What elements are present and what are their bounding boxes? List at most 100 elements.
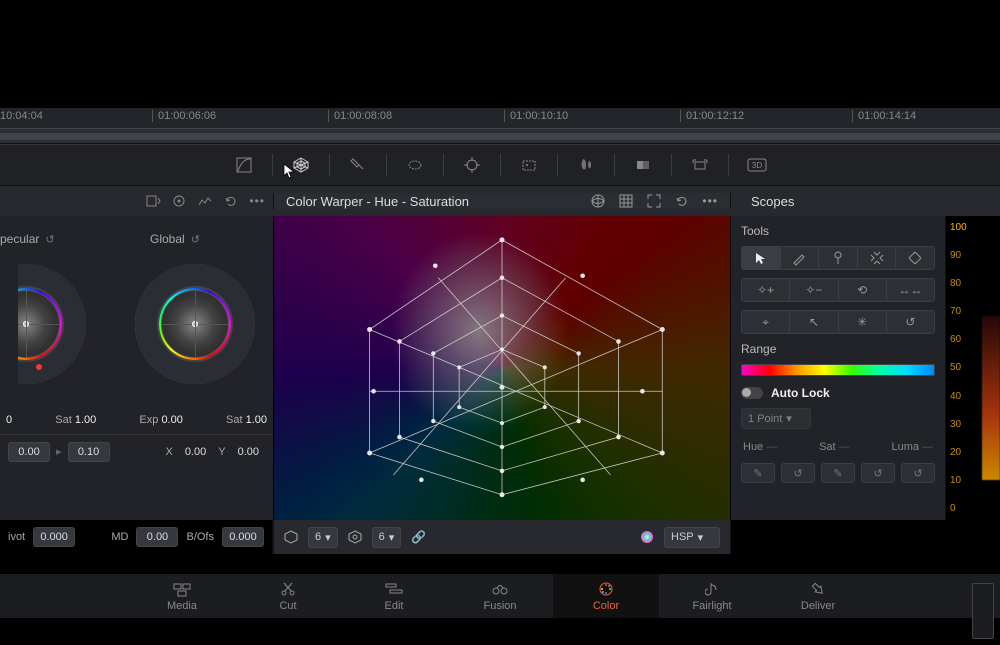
mini-thumbnail[interactable] bbox=[972, 583, 994, 639]
tab-label: Fusion bbox=[483, 600, 516, 612]
spec-p1-value[interactable]: 0 bbox=[6, 414, 12, 426]
select-tool[interactable] bbox=[742, 247, 781, 269]
specular-label: pecular bbox=[0, 232, 39, 246]
global-wheel[interactable] bbox=[135, 264, 255, 384]
warper-mode-select[interactable]: HSP▾ bbox=[664, 527, 720, 548]
x-value[interactable]: 0.00 bbox=[179, 443, 212, 461]
scope-tick: 60 bbox=[950, 334, 967, 345]
more-icon[interactable]: ••• bbox=[249, 194, 265, 208]
color-icon bbox=[598, 580, 614, 598]
tool-mode-row bbox=[741, 246, 935, 270]
tab-deliver[interactable]: Deliver bbox=[765, 574, 871, 618]
tab-label: Deliver bbox=[801, 600, 835, 612]
range-label: Range bbox=[741, 342, 935, 356]
ivot-value[interactable]: 0.000 bbox=[33, 527, 75, 547]
color-warper-panel[interactable] bbox=[273, 216, 731, 520]
point-count-select[interactable]: 1 Point▾ bbox=[741, 408, 811, 429]
fusion-icon bbox=[491, 580, 509, 598]
reset-circle-icon[interactable]: ↺ bbox=[887, 311, 934, 333]
sat-pick-icon[interactable]: ✎ bbox=[821, 463, 855, 483]
expand-icon[interactable] bbox=[646, 193, 662, 209]
reset-icon[interactable] bbox=[223, 193, 239, 209]
md-value[interactable]: 0.00 bbox=[136, 527, 178, 547]
tab-fusion[interactable]: Fusion bbox=[447, 574, 553, 618]
sphere-icon[interactable] bbox=[640, 530, 654, 544]
qualifier-icon[interactable] bbox=[330, 151, 386, 179]
grid-icon[interactable] bbox=[618, 193, 634, 209]
stretch-tool[interactable] bbox=[896, 247, 934, 269]
warper-res2-icon[interactable] bbox=[348, 530, 362, 544]
range-slider[interactable] bbox=[741, 364, 935, 376]
warper-res1-select[interactable]: 6▾ bbox=[308, 527, 338, 548]
global-exp-value[interactable]: 0.00 bbox=[161, 414, 182, 426]
bofs-value[interactable]: 0.000 bbox=[222, 527, 264, 547]
tab-edit[interactable]: Edit bbox=[341, 574, 447, 618]
reset-panel-icon[interactable] bbox=[674, 193, 690, 209]
blur-icon[interactable] bbox=[558, 151, 614, 179]
orb-icon[interactable] bbox=[590, 193, 606, 209]
move-all-icon[interactable]: ↖ bbox=[790, 311, 838, 333]
remove-point-icon[interactable]: ✧− bbox=[790, 279, 838, 301]
viewer-area bbox=[0, 0, 1000, 108]
warper-res2-select[interactable]: 6▾ bbox=[372, 527, 402, 548]
scope-tick: 10 bbox=[950, 475, 967, 486]
scopes-label: Scopes bbox=[751, 194, 794, 209]
tab-fairlight[interactable]: Fairlight bbox=[659, 574, 765, 618]
lrow-v1[interactable]: 0.00 bbox=[8, 442, 50, 462]
draw-tool[interactable] bbox=[781, 247, 820, 269]
panel-title: Color Warper - Hue - Saturation bbox=[286, 194, 469, 209]
global-sat-value[interactable]: 1.00 bbox=[246, 414, 267, 426]
contract-tool[interactable] bbox=[858, 247, 897, 269]
svg-text:3D: 3D bbox=[751, 161, 761, 170]
wheels-bottom-controls: ivot 0.000 MD 0.00 B/Ofs 0.000 bbox=[0, 520, 273, 554]
scope-tick: 100 bbox=[950, 222, 967, 233]
media-icon bbox=[173, 580, 191, 598]
tab-cut[interactable]: Cut bbox=[235, 574, 341, 618]
tab-label: Edit bbox=[385, 600, 404, 612]
warper-res1-icon[interactable] bbox=[284, 530, 298, 544]
pin-tool[interactable] bbox=[819, 247, 858, 269]
rotate-icon[interactable]: ⟲ bbox=[839, 279, 887, 301]
add-point-icon[interactable]: ✧+ bbox=[742, 279, 790, 301]
link-icon[interactable]: 🔗 bbox=[411, 530, 426, 544]
scope-tick: 40 bbox=[950, 391, 967, 402]
magic-mask-icon[interactable] bbox=[501, 151, 557, 179]
hue-pick-icon[interactable]: ✎ bbox=[741, 463, 775, 483]
reset-global-icon[interactable]: ↺ bbox=[191, 233, 200, 246]
show-points-icon[interactable]: ⌖ bbox=[742, 311, 790, 333]
expand-arrows-icon[interactable]: ↔↔ bbox=[887, 279, 934, 301]
tracker-icon[interactable] bbox=[444, 151, 500, 179]
scopes-panel[interactable]: 1009080706050403020100 bbox=[946, 216, 1000, 520]
3d-icon[interactable]: 3D bbox=[729, 151, 785, 179]
timeline-ruler[interactable]: 10:04:0401:00:06:0601:00:08:0801:00:10:1… bbox=[0, 108, 1000, 128]
center-icon[interactable]: ✳ bbox=[839, 311, 887, 333]
curves-icon[interactable] bbox=[216, 151, 272, 179]
sizing-icon[interactable] bbox=[672, 151, 728, 179]
tab-media[interactable]: Media bbox=[129, 574, 235, 618]
luma-reset-icon[interactable]: ↺ bbox=[901, 463, 935, 483]
tab-label: Media bbox=[167, 600, 197, 612]
page-tabs: Media Cut Edit Fusion ColorFairlight Deliver bbox=[0, 574, 1000, 618]
more-panel-icon[interactable]: ••• bbox=[702, 194, 718, 208]
ruler-tick: 01:00:12:12 bbox=[680, 110, 744, 122]
reset-specular-icon[interactable]: ↺ bbox=[45, 233, 54, 246]
autolock-toggle[interactable] bbox=[741, 387, 763, 399]
hue-reset-icon[interactable]: ↺ bbox=[781, 463, 815, 483]
tab-color[interactable]: Color bbox=[553, 574, 659, 618]
key-icon[interactable] bbox=[615, 151, 671, 179]
tools-panel: Tools ✧+ ✧− ⟲ ↔↔ ⌖ ↖ ✳ ↺ Range Auto Lock… bbox=[731, 216, 946, 520]
warper-web[interactable] bbox=[274, 216, 730, 519]
graph-icon[interactable] bbox=[197, 193, 213, 209]
window-icon[interactable] bbox=[387, 151, 443, 179]
ruler-tick: 10:04:04 bbox=[0, 110, 43, 122]
specular-wheel[interactable] bbox=[18, 264, 86, 384]
y-value[interactable]: 0.00 bbox=[232, 443, 265, 461]
timeline-track[interactable] bbox=[0, 128, 1000, 144]
sat-reset-icon[interactable]: ↺ bbox=[861, 463, 895, 483]
collapse-icon[interactable] bbox=[145, 193, 161, 209]
lrow-v2[interactable]: 0.10 bbox=[68, 442, 110, 462]
cut-icon bbox=[280, 580, 296, 598]
target-icon[interactable] bbox=[171, 193, 187, 209]
spec-sat-value[interactable]: 1.00 bbox=[75, 414, 96, 426]
color-warper-icon[interactable] bbox=[273, 151, 329, 179]
